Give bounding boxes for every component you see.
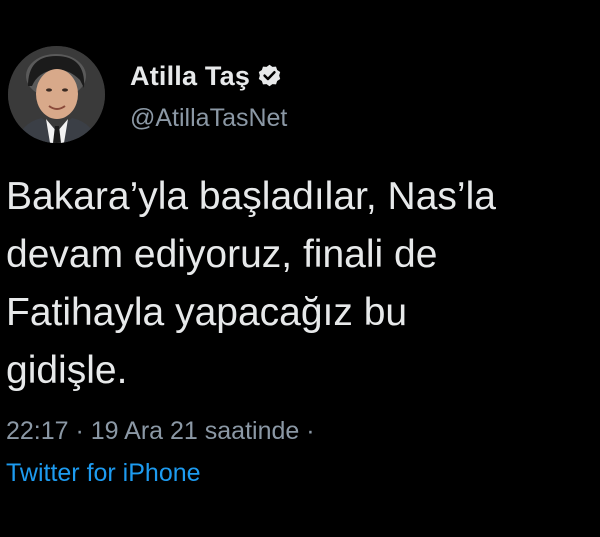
user-handle[interactable]: @AtillaTasNet bbox=[130, 104, 287, 133]
tweet-card: Atilla Taş @AtillaTasNet Bakara’yla başl… bbox=[0, 0, 600, 537]
tweet-text: Bakara’yla başladılar, Nas’la devam ediy… bbox=[6, 175, 496, 392]
display-name[interactable]: Atilla Taş bbox=[130, 61, 250, 92]
name-row: Atilla Taş bbox=[130, 58, 287, 94]
avatar-image bbox=[8, 46, 105, 143]
tweet-timestamp[interactable]: 22:17 · 19 Ara 21 saatinde · bbox=[6, 417, 315, 446]
verified-badge-icon bbox=[256, 63, 283, 90]
tweet-source-link[interactable]: Twitter for iPhone bbox=[6, 459, 201, 488]
avatar[interactable] bbox=[8, 46, 105, 143]
author-block: Atilla Taş @AtillaTasNet bbox=[130, 58, 287, 133]
